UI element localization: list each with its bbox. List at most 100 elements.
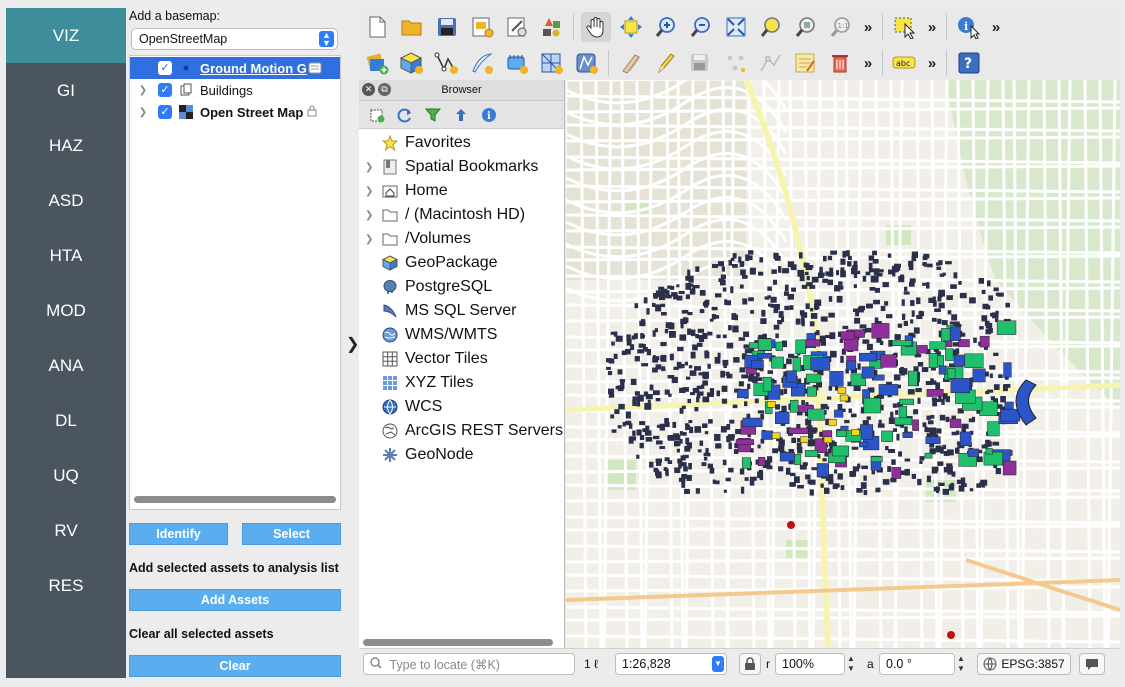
label-abc-icon[interactable]: abc [890,48,920,78]
magnifier-stepper-icon[interactable]: ▲ ▼ [847,654,855,674]
layer-checkbox[interactable]: ✓ [158,61,172,75]
layer-row-osm[interactable]: ❯ ✓ Open Street Map [130,101,340,123]
basemap-select[interactable]: OpenStreetMap ▲ ▼ [131,28,338,50]
layer-tree-scrollbar[interactable] [134,496,336,503]
data-source-manager-icon[interactable] [362,48,392,78]
new-temporary-layer-icon[interactable] [467,48,497,78]
chevron-right-icon[interactable]: ❯ [365,186,379,197]
toggle-editing-icon[interactable] [616,48,646,78]
layer-checkbox[interactable]: ✓ [158,105,172,119]
browser-item-home[interactable]: ❯ Home [359,179,563,203]
nav-item-rv[interactable]: RV [6,503,126,558]
nav-item-ana[interactable]: ANA [6,338,126,393]
browser-scrollbar[interactable] [363,639,553,646]
nav-item-hta[interactable]: HTA [6,228,126,283]
nav-item-gi[interactable]: GI [6,63,126,118]
scale-combobox[interactable]: 1:26,828 ▼ [615,653,727,675]
properties-info-icon[interactable]: i [478,104,500,126]
help-icon[interactable]: ? [954,48,984,78]
lock-scale-button[interactable] [739,653,761,675]
zoom-full-icon[interactable] [721,12,751,42]
zoom-native-icon[interactable]: 1:1 [826,12,856,42]
save-project-icon[interactable] [432,12,462,42]
identify-features-icon[interactable]: i [954,12,984,42]
pan-to-selection-icon[interactable] [616,12,646,42]
map-rendering[interactable] [566,80,1120,648]
pan-map-icon[interactable] [580,12,611,42]
nav-item-mod[interactable]: MOD [6,283,126,338]
browser-item-geopackage[interactable]: GeoPackage [359,251,563,275]
browser-item-spatial-bookmarks[interactable]: ❯ Spatial Bookmarks [359,155,563,179]
toolbar-overflow-chevron-icon[interactable]: » [858,19,878,36]
nav-item-res[interactable]: RES [6,558,126,613]
new-print-layout-icon[interactable] [467,12,497,42]
identify-button[interactable]: Identify [129,523,228,545]
magnifier-input[interactable]: 100% [775,653,845,675]
new-geopackage-layer-icon[interactable] [397,48,427,78]
browser-item-geonode[interactable]: GeoNode [359,443,563,467]
chevron-right-icon[interactable]: ❯ [365,210,379,221]
add-selected-layers-icon[interactable] [366,104,388,126]
zoom-to-selection-icon[interactable] [756,12,786,42]
chevron-right-icon[interactable]: ❯ [365,162,379,173]
toolbar-overflow-chevron-icon[interactable]: » [858,55,878,72]
float-panel-icon[interactable]: ⧉ [378,83,391,96]
map-canvas[interactable] [566,80,1120,648]
toolbar-overflow-chevron-icon[interactable]: » [922,55,942,72]
layer-properties-icon[interactable] [307,60,323,76]
style-manager-icon[interactable] [537,12,567,42]
refresh-icon[interactable] [394,104,416,126]
messages-button[interactable] [1079,653,1105,675]
chevron-right-icon[interactable]: ❯ [136,85,150,96]
zoom-to-layer-icon[interactable] [791,12,821,42]
browser-item-favorites[interactable]: Favorites [359,131,563,155]
browser-item-arcgis-rest[interactable]: ArcGIS REST Servers [359,419,563,443]
add-assets-button[interactable]: Add Assets [129,589,341,611]
filter-icon[interactable] [422,104,444,126]
modify-attributes-icon[interactable] [791,48,821,78]
select-features-icon[interactable] [890,12,920,42]
new-spatialite-layer-icon[interactable] [572,48,602,78]
browser-item-wms-wmts[interactable]: WMS/WMTS [359,323,563,347]
zoom-in-icon[interactable] [651,12,681,42]
toolbar-overflow-chevron-icon[interactable]: » [986,19,1006,36]
collapse-panel-chevron-icon[interactable]: ❯ [346,334,359,354]
nav-item-asd[interactable]: ASD [6,173,126,228]
edit-pencil-icon[interactable] [651,48,681,78]
layout-manager-icon[interactable] [502,12,532,42]
browser-item-ms-sql-server[interactable]: MS SQL Server [359,299,563,323]
browser-item-macintosh-hd[interactable]: ❯ / (Macintosh HD) [359,203,563,227]
select-button[interactable]: Select [242,523,341,545]
open-project-icon[interactable] [397,12,427,42]
new-project-icon[interactable] [362,12,392,42]
save-edits-icon[interactable] [686,48,716,78]
add-feature-icon[interactable] [721,48,751,78]
new-virtual-layer-icon[interactable] [502,48,532,78]
layer-row-ground-motion[interactable]: ✓ Ground Motion G [130,57,340,79]
new-mesh-layer-icon[interactable] [537,48,567,78]
browser-item-wcs[interactable]: WCS [359,395,563,419]
new-shapefile-layer-icon[interactable] [432,48,462,78]
delete-selected-icon[interactable] [826,48,856,78]
zoom-out-icon[interactable] [686,12,716,42]
nav-item-haz[interactable]: HAZ [6,118,126,173]
browser-item-volumes[interactable]: ❯ /Volumes [359,227,563,251]
nav-item-viz[interactable]: VIZ [6,8,126,63]
chevron-down-icon[interactable]: ❯ [136,107,150,118]
browser-item-vector-tiles[interactable]: Vector Tiles [359,347,563,371]
clear-button[interactable]: Clear [129,655,341,677]
nav-item-dl[interactable]: DL [6,393,126,448]
close-panel-icon[interactable]: ✕ [362,83,375,96]
collapse-all-icon[interactable] [450,104,472,126]
browser-item-postgresql[interactable]: PostgreSQL [359,275,563,299]
layer-checkbox[interactable]: ✓ [158,83,172,97]
nav-item-uq[interactable]: UQ [6,448,126,503]
toolbar-overflow-chevron-icon[interactable]: » [922,19,942,36]
locator-search-input[interactable]: Type to locate (⌘K) [363,653,575,675]
layer-row-buildings[interactable]: ❯ ✓ Buildings [130,79,340,101]
chevron-right-icon[interactable]: ❯ [365,234,379,245]
browser-item-xyz-tiles[interactable]: XYZ Tiles [359,371,563,395]
crs-button[interactable]: EPSG:3857 [977,653,1071,675]
rotation-stepper-icon[interactable]: ▲ ▼ [957,654,965,674]
vertex-tool-icon[interactable] [756,48,786,78]
